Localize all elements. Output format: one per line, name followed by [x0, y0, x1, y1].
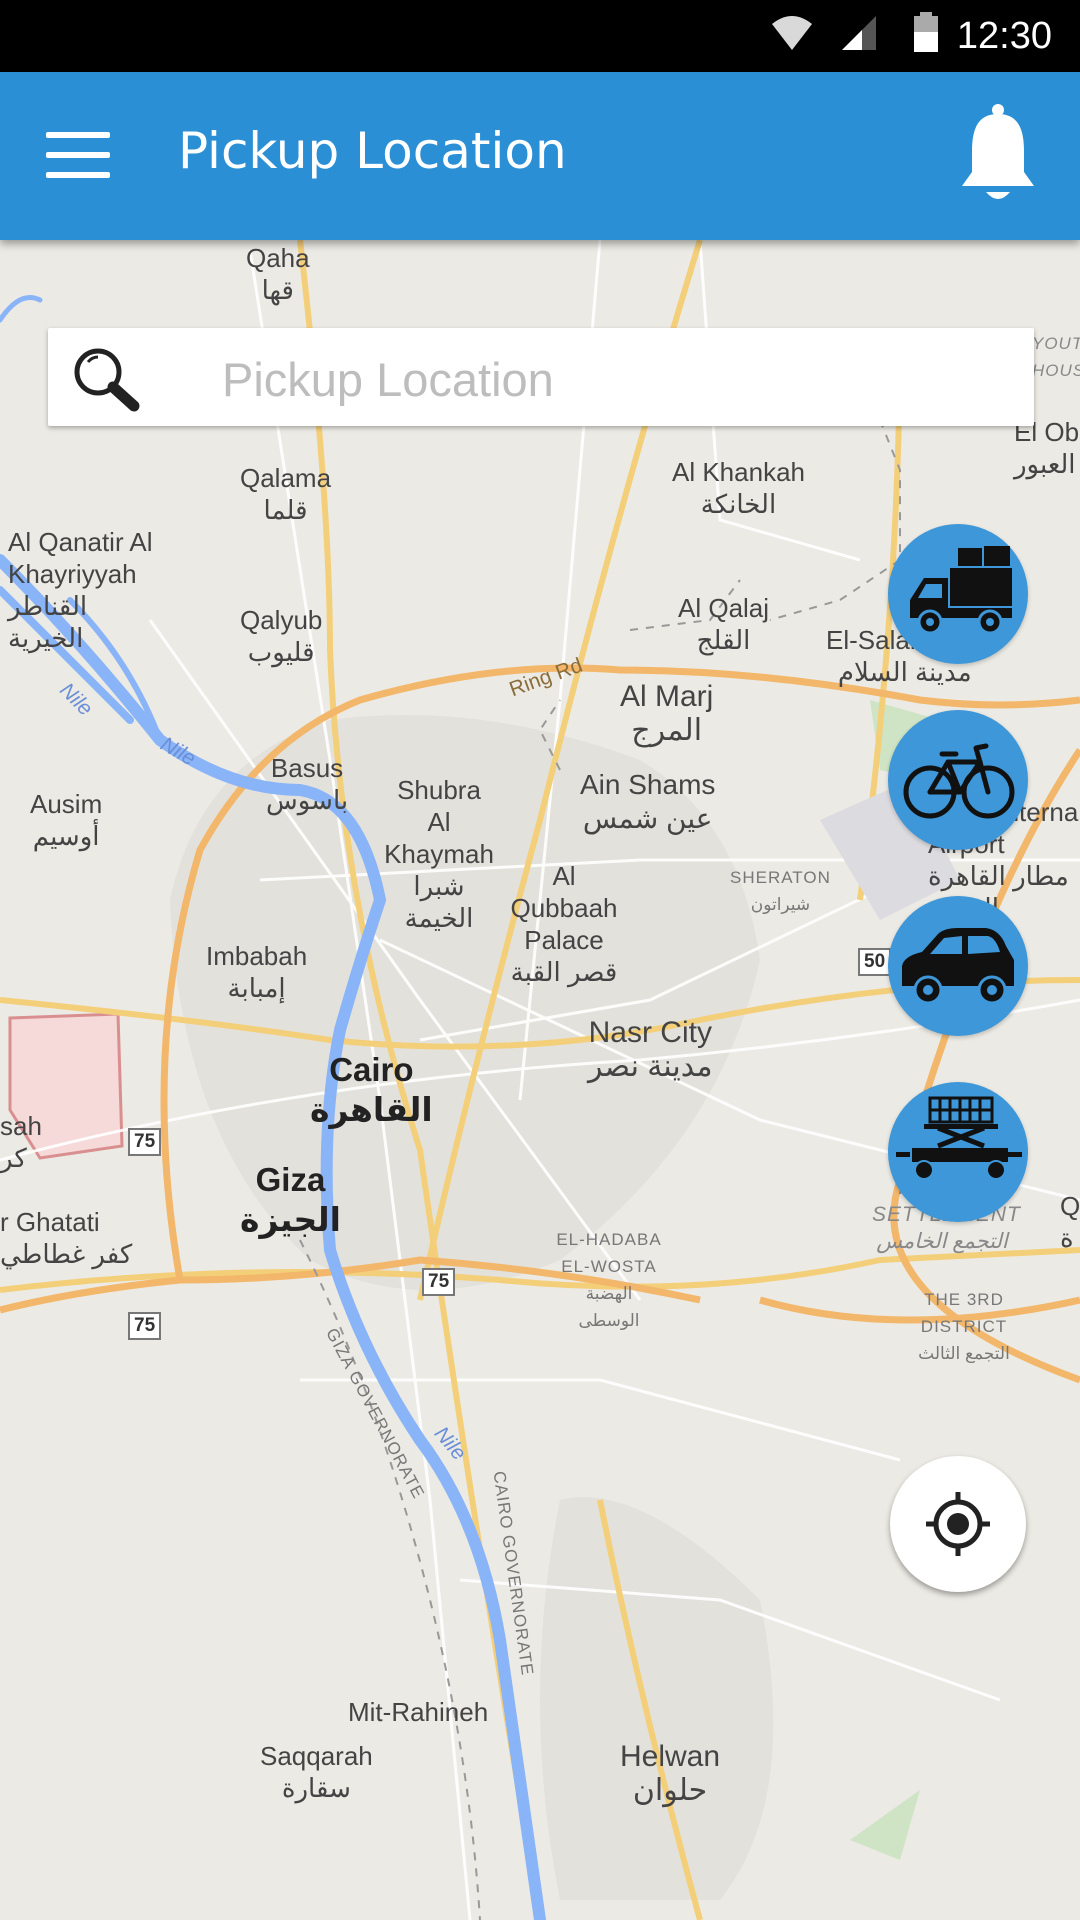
search-icon[interactable] [70, 344, 144, 414]
map-label-saqqarah: Saqqarah سقارة [260, 1741, 373, 1803]
vehicle-forklift-button[interactable] [888, 1082, 1028, 1222]
status-bar: 12:30 [0, 0, 1080, 72]
page-title: Pickup Location [178, 122, 567, 180]
wifi-icon [772, 16, 812, 50]
map-label-qaha: Qaha قها [246, 243, 310, 305]
map-label-sah: sah كر [0, 1111, 42, 1173]
vehicle-car-button[interactable] [888, 896, 1028, 1036]
vehicle-bicycle-button[interactable] [888, 710, 1028, 850]
map-label-hadaba: EL-HADABA EL-WOSTA الهضبة الوسطى [556, 1230, 662, 1330]
bicycle-icon [903, 743, 1015, 819]
app-bar: Pickup Location [0, 72, 1080, 240]
map-label-shubra: Shubra Al Khaymah شبرا الخيمة [384, 775, 494, 933]
notifications-button[interactable] [958, 102, 1038, 208]
map-label-imbabah: Imbabah إمبابة [206, 941, 308, 1003]
bell-icon [962, 104, 1034, 199]
menu-button[interactable] [46, 132, 112, 182]
map-label-ausim: Ausim أوسيم [30, 789, 103, 851]
map-label-qalama: Qalama قلما [240, 463, 332, 525]
map-label-khankah: Al Khankah الخانكة [672, 457, 805, 519]
road-shield-75: 75 [128, 1128, 162, 1156]
vehicle-truck-button[interactable] [888, 524, 1028, 664]
map[interactable]: Qaha قها Qalama قلما Al Qanatir Al Khayriy… [0, 240, 1080, 1920]
map-label-giza: Giza الجيزة [240, 1161, 341, 1238]
map-label-basus: Basus باسوس [266, 753, 349, 815]
menu-icon [46, 132, 110, 138]
map-label-youth-housing: YOUTH HOUSIN [1032, 334, 1080, 380]
map-label-nasr-city: Nasr City مدينة نصر [588, 1016, 713, 1083]
map-label-marj: Al Marj المرج [620, 680, 714, 747]
map-label-sheraton: SHERATON شيراتون [730, 868, 831, 914]
map-label-qanatir: Al Qanatir Al Khayriyyah القناطر الخيرية [8, 527, 153, 653]
search-bar [48, 328, 1034, 426]
truck-icon [910, 546, 1012, 635]
map-label-edge: Qة [1060, 1191, 1080, 1253]
crosshair-icon [926, 1492, 990, 1556]
my-location-button[interactable] [890, 1456, 1026, 1592]
forklift-icon [896, 1096, 1022, 1180]
map-label-qalaj: Al Qalaj القلج [678, 593, 770, 655]
map-label-qubbaah: Al Qubbaah Palace قصر القبة [510, 861, 618, 987]
map-label-helwan: Helwan حلوان [620, 1740, 721, 1807]
map-label-mit-rahineh: Mit-Rahineh [348, 1697, 489, 1727]
map-label-qalyub: Qalyub قليوب [240, 605, 323, 667]
road-shield-75: 75 [422, 1268, 456, 1296]
map-label-third-district: THE 3RD DISTRICT التجمع الثالث [918, 1290, 1010, 1363]
search-input[interactable] [220, 348, 1004, 410]
cell-signal-icon [842, 16, 876, 50]
road-shield-50: 50 [858, 948, 892, 976]
map-label-cairo: Cairo القاهرة [310, 1051, 433, 1128]
status-time: 12:30 [956, 15, 1052, 57]
map-label-ain-shams: Ain Shams عين شمس [580, 769, 716, 834]
road-shield-75: 75 [128, 1312, 162, 1340]
map-label-ghatati: r Ghatati كفر غطاطي [0, 1207, 133, 1269]
battery-icon [914, 12, 938, 52]
car-icon [902, 928, 1014, 1005]
